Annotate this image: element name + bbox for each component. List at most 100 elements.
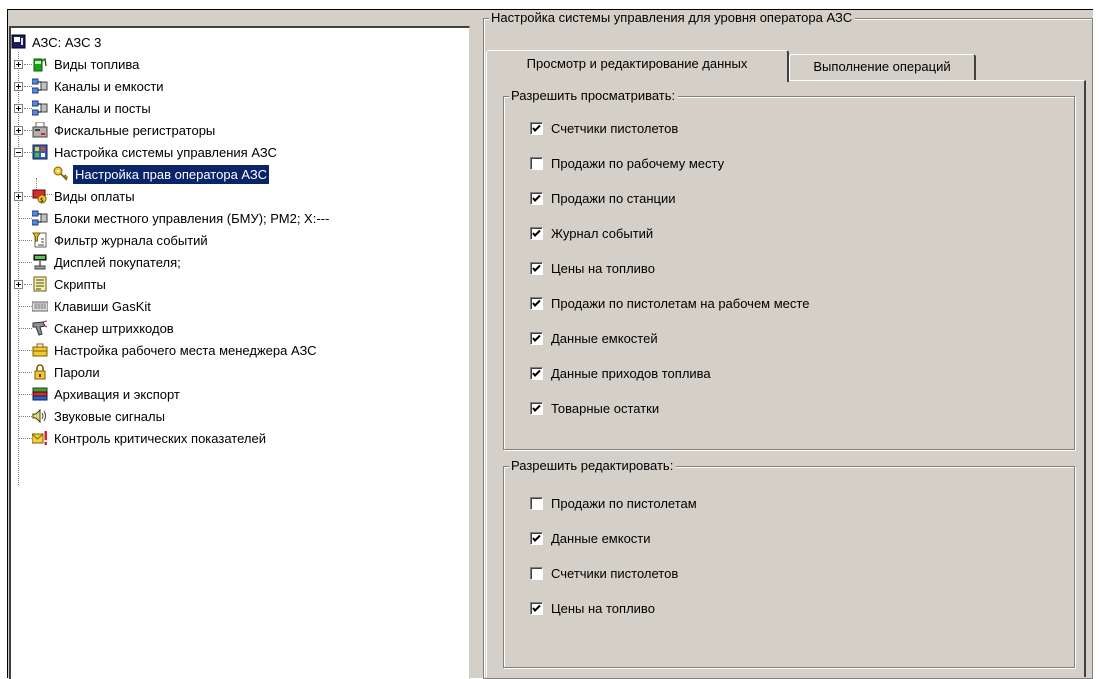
tree-connector [19,306,32,307]
payment-icon: $ [32,189,47,204]
checkbox-label: Журнал событий [551,226,654,241]
tree-connector [19,262,32,263]
checkbox-unchecked[interactable] [530,157,543,170]
display-icon [33,254,47,270]
tree-item-event-filter[interactable]: Фильтр журнала событий [11,230,451,251]
tree-connector [19,394,32,395]
tree-connector [19,218,32,219]
collapse-toggle-icon[interactable] [14,148,23,157]
tree-item-critical-control[interactable]: Контроль критических показателей [11,428,451,449]
tree-item-barcode-scanner[interactable]: Сканер штрихкодов [11,318,451,339]
checkbox-label: Продажи по станции [551,191,676,206]
checkbox-unchecked[interactable] [530,497,543,510]
tree-item-label: АЗС: АЗС 3 [32,35,102,50]
tab-label: Просмотр и редактирование данных [526,56,748,71]
tree-item-label: Дисплей покупателя; [54,255,181,270]
tree-item-label: Звуковые сигналы [54,409,165,424]
checkbox-label: Продажи по пистолетам [551,496,697,511]
filter-icon [32,232,47,248]
checkbox-checked[interactable] [530,402,543,415]
tab-view-edit-data[interactable]: Просмотр и редактирование данных [486,50,789,82]
checkbox-label: Данные приходов топлива [551,366,711,381]
checkbox-checked[interactable] [530,367,543,380]
checkbox-checked[interactable] [530,602,543,615]
tree-item-scripts[interactable]: Скрипты [11,274,451,295]
checkbox-label: Товарные остатки [551,401,660,416]
expand-toggle-icon[interactable] [14,126,23,135]
tree-item-sound-signals[interactable]: Звуковые сигналы [11,406,451,427]
check-mark-icon [532,124,541,132]
expand-toggle-icon[interactable] [14,60,23,69]
checkbox-label: Продажи по рабочему месту [551,156,725,171]
checkbox-checked[interactable] [530,262,543,275]
tree-item-payment-types[interactable]: $ Виды оплаты [11,186,451,207]
tree-item-archive-export[interactable]: Архивация и экспорт [11,384,451,405]
checkbox-label: Продажи по пистолетам на рабочем месте [551,296,810,311]
tree-connector [24,196,32,197]
tree-connector [19,438,32,439]
tree-item-customer-display[interactable]: Дисплей покупателя; [11,252,451,273]
expand-toggle-icon[interactable] [14,192,23,201]
tree-item-root[interactable]: АЗС: АЗС 3 [11,32,451,53]
tree-item-label: Архивация и экспорт [54,387,180,402]
svg-text:$: $ [40,197,44,204]
archive-icon [32,387,48,401]
checkbox-label: Данные емкостей [551,331,658,346]
checkbox-label: Цены на топливо [551,601,655,616]
tree-item-label: Виды оплаты [54,189,135,204]
tab-operations[interactable]: Выполнение операций [789,54,976,80]
check-mark-icon [532,334,541,342]
tree-item-gaskit-keys[interactable]: Клавиши GasKit [11,296,451,317]
fuel-pump-icon [33,57,47,72]
key-icon [53,166,69,181]
check-mark-icon [532,604,541,612]
panel-title: Настройка системы управления для уровня … [489,10,856,25]
speaker-icon [32,408,46,424]
checkbox-label: Счетчики пистолетов [551,121,679,136]
check-mark-icon [532,404,541,412]
expand-toggle-icon[interactable] [14,280,23,289]
tree-connector [24,108,32,109]
tree-item-fiscal-registers[interactable]: Фискальные регистраторы [11,120,451,141]
check-mark-icon [532,534,541,542]
tree-item-label: Настройка прав оператора АЗС [73,165,270,184]
tree-item-operator-rights[interactable]: Настройка прав оператора АЗС [11,164,451,185]
script-icon [33,276,47,292]
tree-item-label: Настройка рабочего места менеджера АЗС [54,343,317,358]
checkbox-checked[interactable] [530,192,543,205]
tree-item-local-control-units[interactable]: Блоки местного управления (БМУ); РМ2; Х:… [11,208,451,229]
tree-item-channels-tanks[interactable]: Каналы и емкости [11,76,451,97]
tree-item-label: Фискальные регистраторы [54,123,216,138]
edit-group-label: Разрешить редактировать: [509,458,677,473]
network-icon [32,210,48,226]
tree-item-manager-workplace[interactable]: Настройка рабочего места менеджера АЗС [11,340,451,361]
tree-item-control-system[interactable]: Настройка системы управления АЗС [11,142,451,163]
checkbox-unchecked[interactable] [530,567,543,580]
tab-label: Выполнение операций [813,59,951,74]
checkbox-checked[interactable] [530,332,543,345]
tree-item-channels-posts[interactable]: Каналы и посты [11,98,451,119]
tree-item-label: Фильтр журнала событий [54,233,208,248]
briefcase-icon [32,343,48,357]
tree-item-passwords[interactable]: Пароли [11,362,451,383]
checkbox-checked[interactable] [530,227,543,240]
alert-mail-icon [32,431,47,445]
check-mark-icon [532,299,541,307]
tree-item-label: Контроль критических показателей [54,431,266,446]
network-icon [32,100,48,116]
expand-toggle-icon[interactable] [14,104,23,113]
tree-item-label: Клавиши GasKit [54,299,151,314]
tree-connector [19,240,32,241]
tree-connector [24,130,32,131]
checkbox-checked[interactable] [530,122,543,135]
tree-item-label: Пароли [54,365,100,380]
settings-tree[interactable]: АЗС: АЗС 3 Виды топлива Каналы и емкости [9,26,470,679]
keyboard-icon [32,301,48,312]
tree-connector [24,64,32,65]
checkbox-checked[interactable] [530,532,543,545]
checkbox-checked[interactable] [530,297,543,310]
tree-item-label: Виды топлива [54,57,140,72]
cash-register-icon [32,122,48,138]
tree-item-fuel-types[interactable]: Виды топлива [11,54,451,75]
expand-toggle-icon[interactable] [14,82,23,91]
